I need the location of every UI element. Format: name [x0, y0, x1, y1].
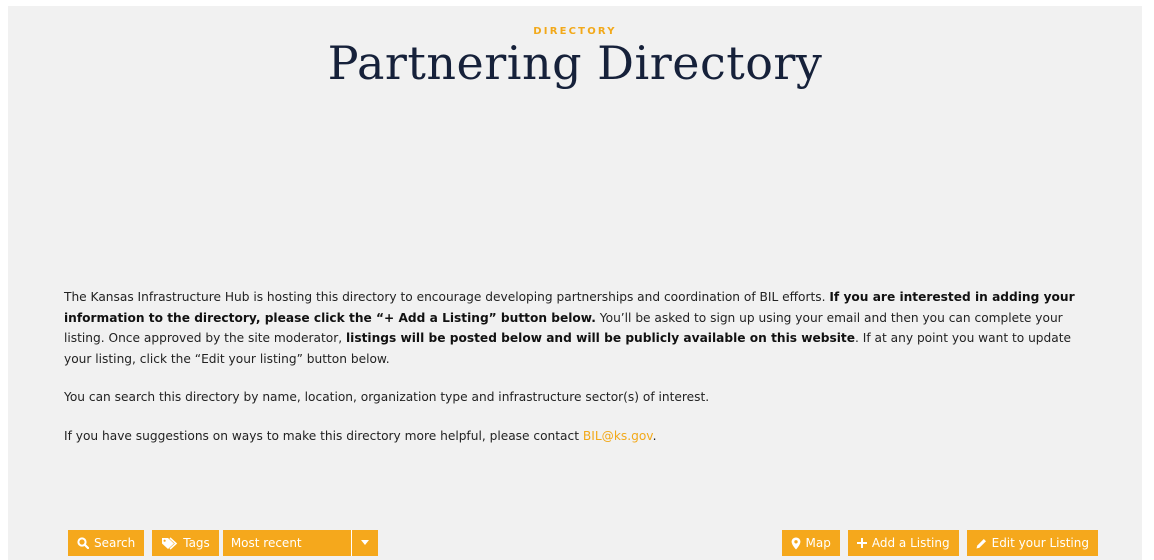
- map-button[interactable]: Map: [781, 530, 840, 556]
- sort-select-toggle[interactable]: [350, 530, 378, 556]
- contact-email-link[interactable]: BIL@ks.gov: [583, 429, 653, 443]
- plus-icon: [856, 538, 867, 548]
- caret-down-icon: [360, 540, 369, 545]
- sort-select[interactable]: Most recent: [222, 530, 378, 556]
- sort-select-value: Most recent: [230, 536, 302, 550]
- tags-button-label: Tags: [183, 536, 210, 550]
- map-button-label: Map: [805, 536, 831, 550]
- add-listing-button-label: Add a Listing: [871, 536, 950, 550]
- filter-toolbar: Search Tags Most recent: [68, 530, 378, 556]
- intro-text-1d: listings will be posted below and will b…: [345, 331, 856, 345]
- search-button-label: Search: [94, 536, 136, 550]
- intro-paragraph-2: You can search this directory by name, l…: [64, 390, 710, 404]
- intro-paragraph-1: The Kansas Infrastructure Hub is hosting…: [64, 287, 1094, 369]
- add-listing-button[interactable]: Add a Listing: [847, 530, 959, 556]
- actions-toolbar: Map Add a Listing Edit your Listing: [781, 530, 1098, 556]
- directory-panel: DIRECTORY Partnering Directory The Kansa…: [8, 6, 1142, 560]
- intro-text: The Kansas Infrastructure Hub is hosting…: [64, 287, 1094, 446]
- intro-text-3b: .: [652, 428, 657, 443]
- intro-text-1a: The Kansas Infrastructure Hub is hosting…: [64, 290, 830, 304]
- search-icon: [77, 537, 89, 549]
- search-button[interactable]: Search: [68, 530, 145, 556]
- map-marker-icon: [791, 537, 800, 549]
- pencil-icon: [976, 538, 986, 548]
- tags-button[interactable]: Tags: [152, 530, 219, 556]
- page-title: Partnering Directory: [327, 36, 823, 90]
- tags-icon: [162, 536, 178, 550]
- edit-listing-button-label: Edit your Listing: [991, 536, 1089, 550]
- edit-listing-button[interactable]: Edit your Listing: [966, 530, 1098, 556]
- intro-paragraph-3: If you have suggestions on ways to make …: [64, 426, 1094, 447]
- intro-text-3a: If you have suggestions on ways to make …: [64, 428, 583, 443]
